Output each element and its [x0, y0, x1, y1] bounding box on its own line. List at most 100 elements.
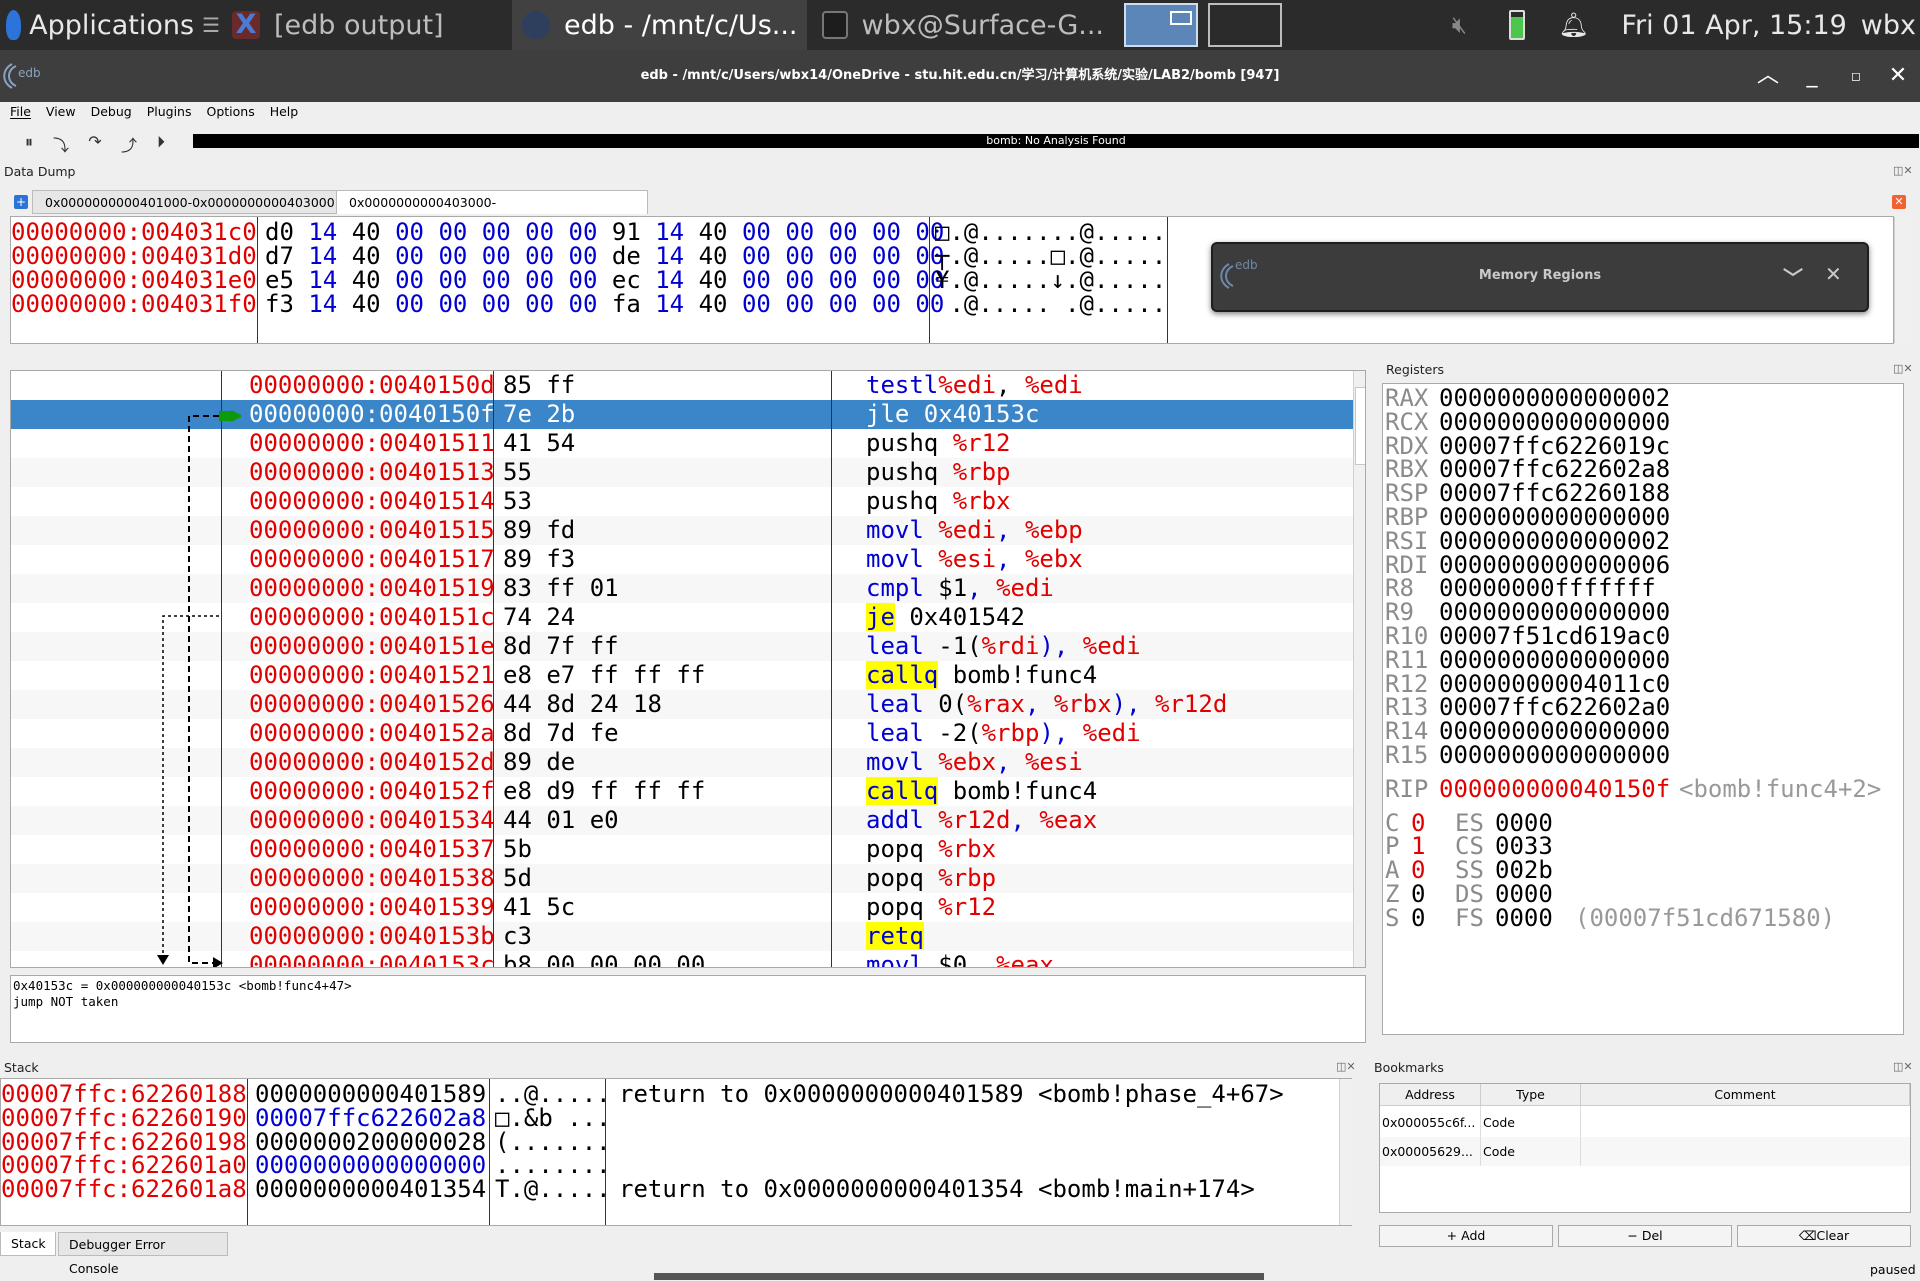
col-type[interactable]: Type	[1481, 1084, 1581, 1106]
dock-float-close-icon[interactable]: ◫✕	[1893, 362, 1913, 375]
menu-plugins[interactable]: Plugins	[137, 102, 197, 122]
notification-bell-icon[interactable]: 🔔︎	[1545, 11, 1601, 39]
top-taskbar: Applications ☰ X [edb output] edb - /mnt…	[0, 0, 1920, 50]
disasm-instruction: pushq %rbp	[866, 458, 1011, 487]
close-icon[interactable]: ✕	[1882, 60, 1914, 92]
operand: 0x40153c	[909, 400, 1040, 428]
disasm-address: 00000000:0040152f	[249, 777, 495, 805]
window-title: edb - /mnt/c/Users/wbx14/OneDrive - stu.…	[640, 68, 1280, 83]
operand: %esi	[938, 545, 997, 573]
delete-bookmark-button[interactable]: − Del	[1558, 1225, 1732, 1247]
tab-error-console[interactable]: Debugger Error Console	[58, 1232, 228, 1276]
mnemonic: leal	[866, 719, 924, 747]
operand: %rbp	[952, 458, 1011, 486]
window-shade-icon[interactable]: ︿	[1752, 60, 1784, 92]
task-terminal[interactable]: wbx@Surface-G...	[812, 0, 1104, 50]
dump-byte: 00	[395, 290, 439, 318]
mnemonic: popq	[866, 864, 924, 892]
disasm-address: 00000000:0040150f	[249, 400, 495, 428]
add-bookmark-button[interactable]: + Add	[1379, 1225, 1553, 1247]
operand: %edi	[1024, 371, 1083, 399]
registers-view[interactable]: RAX 0000000000000002 RCX 0000000000000000 RD…	[1382, 383, 1904, 1035]
mnemonic: popq	[866, 893, 924, 921]
operand: ,	[967, 574, 997, 602]
mnemonic: callq	[866, 661, 939, 689]
menu-help[interactable]: Help	[260, 102, 304, 122]
menu-options[interactable]: Options	[196, 102, 259, 122]
disasm-scrollbar[interactable]	[1353, 371, 1365, 967]
disasm-bytes: 74 24	[503, 603, 576, 631]
menu-file[interactable]: File	[0, 102, 36, 122]
mnemonic: movl	[866, 748, 924, 776]
bookmark-address: 0x000055c6f...	[1382, 1115, 1476, 1130]
step-out-icon[interactable]: ⤴	[118, 132, 140, 155]
stack-scrollbar[interactable]	[1339, 1079, 1353, 1225]
dock-float-close-icon[interactable]: ◫✕	[1336, 1060, 1356, 1073]
stack-label: Stack	[4, 1060, 39, 1075]
disasm-address: 00000000:0040151e	[249, 632, 495, 660]
col-comment[interactable]: Comment	[1581, 1084, 1910, 1106]
dump-byte: 40	[351, 290, 396, 318]
tab-stack[interactable]: Stack	[0, 1232, 56, 1256]
operand: ,	[996, 516, 1025, 544]
col-address[interactable]: Address	[1380, 1084, 1481, 1106]
task-label: wbx@Surface-G...	[861, 9, 1104, 41]
workspace-1[interactable]	[1124, 3, 1198, 47]
operand: %rbx	[1053, 690, 1112, 718]
minimize-icon[interactable]: _	[1796, 60, 1828, 92]
dump-byte: 00	[481, 290, 526, 318]
maximize-icon[interactable]: ◻	[1840, 60, 1872, 92]
step-over-icon[interactable]: ↷	[84, 132, 106, 154]
run-icon[interactable]: ⏵︎	[150, 132, 172, 154]
info-line-1: 0x40153c = 0x000000000040153c <bomb!func…	[13, 978, 352, 993]
bookmark-type: Code	[1483, 1115, 1516, 1130]
disasm-address: 00000000:0040153b	[249, 922, 495, 950]
disasm-address: 00000000:0040151c	[249, 603, 495, 631]
dock-resize-handle[interactable]	[654, 1273, 1264, 1280]
clock[interactable]: Fri 01 Apr, 15:19	[1601, 10, 1860, 41]
operand: %rbx	[938, 835, 997, 863]
mnemonic: cmpl	[866, 574, 924, 602]
flag-row[interactable]: S 0 FS 0000 (00007f51cd671580)	[1383, 904, 1903, 933]
applications-menu[interactable]: Applications ☰	[0, 0, 220, 50]
dump-scrollbar[interactable]	[1894, 217, 1910, 343]
disasm-address: 00000000:0040152d	[249, 748, 495, 776]
menu-view[interactable]: View	[36, 102, 81, 122]
step-into-icon[interactable]: ⤵	[50, 132, 72, 155]
dump-tab-1[interactable]: 0x0000000000401000-0x0000000000403000	[32, 190, 348, 214]
bookmark-row[interactable]: 0x00005629... Code	[1380, 1137, 1910, 1166]
disasm-address: 00000000:00401526	[249, 690, 495, 718]
pause-icon[interactable]: ⏸︎	[18, 132, 40, 154]
workspace-2[interactable]	[1208, 3, 1282, 47]
disasm-bytes: 44 01 e0	[503, 806, 619, 834]
user-name[interactable]: wbx	[1861, 10, 1920, 41]
operand: %r12d	[1155, 690, 1228, 718]
volume-muted-icon[interactable]: 🔇︎	[1429, 11, 1489, 39]
disassembly-view[interactable]: 00000000:0040150d 85 ff testl%edi, %edi 000…	[10, 370, 1366, 968]
operand: %r12	[952, 429, 1011, 457]
disasm-address: 00000000:00401511	[249, 429, 495, 457]
disasm-address: 00000000:00401517	[249, 545, 495, 573]
disasm-address: 00000000:00401534	[249, 806, 495, 834]
chevron-down-icon[interactable]: ﹀	[1783, 262, 1803, 291]
bookmark-row[interactable]: 0x000055c6f... Code	[1380, 1108, 1910, 1137]
dock-float-close-icon[interactable]: ◫✕	[1893, 1060, 1913, 1073]
mnemonic: jle	[866, 400, 910, 428]
stack-view[interactable]: 00007ffc:62260188 0000000000401589 ..@....…	[0, 1078, 1353, 1226]
dump-tab-2[interactable]: 0x0000000000403000-0x0000000000404000	[336, 190, 648, 234]
operand: -1(	[923, 632, 982, 660]
dock-float-close-icon[interactable]: ◫✕	[1893, 164, 1913, 177]
register-value: 000000000040150f	[1439, 774, 1671, 803]
clear-bookmarks-button[interactable]: ⌫Clear	[1737, 1225, 1911, 1247]
close-icon[interactable]: ✕	[1825, 262, 1842, 286]
menu-debug[interactable]: Debug	[81, 102, 137, 122]
disasm-instruction: je 0x401542	[866, 603, 1025, 632]
task-edb[interactable]: edb - /mnt/c/Us...	[512, 0, 807, 50]
bookmarks-table[interactable]: Address Type Comment 0x000055c6f... Code…	[1379, 1083, 1911, 1213]
register-name: R15	[1385, 741, 1429, 769]
stack-address: 00007ffc:622601a8	[1, 1175, 247, 1204]
registers-scrollbar[interactable]	[1903, 384, 1904, 1034]
task-edb-output[interactable]: X [edb output]	[222, 0, 507, 50]
battery-icon[interactable]	[1489, 10, 1545, 40]
operand: ),	[1039, 719, 1083, 747]
